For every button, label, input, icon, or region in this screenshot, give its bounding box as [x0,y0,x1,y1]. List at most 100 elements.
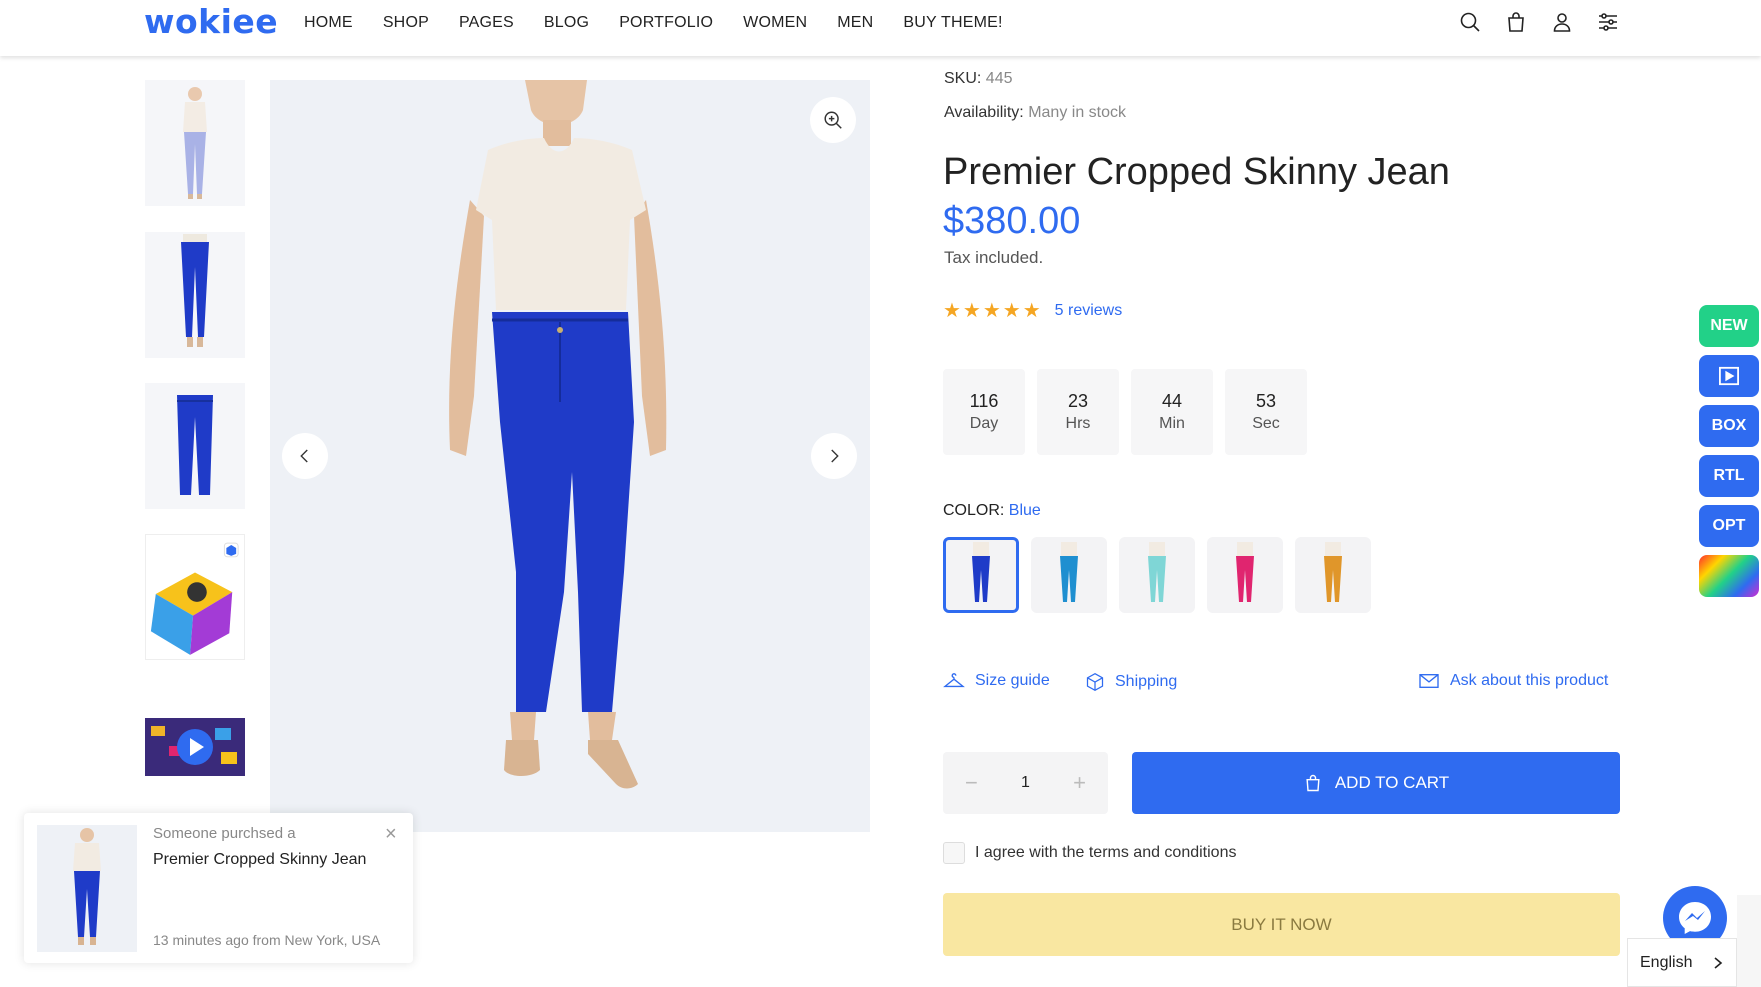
countdown-minutes: 44 Min [1131,369,1213,455]
terms-checkbox[interactable] [943,842,965,864]
settings-sliders-icon[interactable] [1596,10,1620,34]
rating: ★★★★★ 5 reviews [943,298,1122,323]
zoom-button[interactable] [810,97,856,143]
nav-item-pages[interactable]: PAGES [459,14,514,32]
recaptcha-badge [1737,895,1761,987]
swatch-pink[interactable] [1207,537,1283,613]
countdown-value: 53 [1255,391,1277,411]
size-guide-link[interactable]: Size guide [943,672,1050,690]
thumbnail-flat-blue[interactable] [145,383,245,509]
messenger-icon [1679,902,1711,934]
envelope-icon [1419,674,1439,688]
color-swatches [943,537,1371,613]
countdown-value: 116 [969,391,999,411]
chevron-right-icon [1714,956,1723,969]
countdown-hours: 23 Hrs [1037,369,1119,455]
zoom-in-icon [824,111,842,129]
main-product-image[interactable] [270,80,870,832]
quantity-increase-button[interactable]: + [1073,770,1086,796]
buy-it-now-button[interactable]: BUY IT NOW [943,893,1620,956]
notification-text: Someone purchsed a [153,825,296,842]
language-selector[interactable]: English [1627,938,1737,987]
thumbnail-back-blue[interactable] [145,232,245,358]
nav-item-home[interactable]: HOME [304,14,353,32]
countdown-unit: Min [1159,415,1185,432]
size-guide-label: Size guide [975,672,1050,689]
rating-stars: ★★★★★ [943,300,1043,322]
notification-product-image[interactable] [37,825,137,952]
box-icon [1086,672,1104,692]
swatch-mint[interactable] [1119,537,1195,613]
countdown-value: 23 [1067,391,1089,411]
quantity-stepper: − 1 + [943,752,1108,814]
chevron-right-icon [831,449,839,463]
next-image-button[interactable] [811,433,857,479]
swatch-orange[interactable] [1295,537,1371,613]
color-picker-button[interactable] [1699,555,1759,597]
options-button[interactable]: OPT [1699,505,1759,547]
color-label: COLOR: Blue [943,502,1041,520]
swatch-teal-blue[interactable] [1031,537,1107,613]
play-square-icon [1719,366,1739,386]
shopping-bag-icon [1306,774,1320,792]
site-header: wokiee HOME SHOP PAGES BLOG PORTFOLIO WO… [0,0,1761,56]
thumbnail-front-lavender[interactable] [145,80,245,206]
rtl-button[interactable]: RTL [1699,455,1759,497]
product-title: Premier Cropped Skinny Jean [943,151,1450,193]
countdown-timer: 116 Day 23 Hrs 44 Min 53 Sec [943,369,1307,455]
header-icons [1458,10,1620,34]
countdown-unit: Hrs [1065,415,1091,432]
new-badge-button[interactable]: NEW [1699,305,1759,347]
add-to-cart-button[interactable]: ADD TO CART [1132,752,1620,814]
notification-time: 13 minutes ago from New York, USA [153,932,381,948]
swatch-blue[interactable] [943,537,1019,613]
notification-product-title[interactable]: Premier Cropped Skinny Jean [153,851,366,869]
availability-line: Availability: Many in stock [944,104,1126,122]
nav-item-portfolio[interactable]: PORTFOLIO [619,14,713,32]
terms-label: I agree with the terms and conditions [975,844,1237,861]
availability-value: Many in stock [1028,104,1127,121]
ask-about-product-link[interactable]: Ask about this product [1418,672,1608,690]
tax-note: Tax included. [944,248,1044,267]
search-icon[interactable] [1458,10,1482,34]
logo[interactable]: wokiee [144,2,278,41]
shopping-bag-icon[interactable] [1504,10,1528,34]
chevron-left-icon [300,449,308,463]
countdown-value: 44 [1161,391,1183,411]
nav-item-buy-theme[interactable]: BUY THEME! [903,14,1002,32]
product-price: $380.00 [943,200,1081,242]
thumbnail-3d-box[interactable] [145,534,245,660]
shipping-label: Shipping [1115,673,1178,690]
sku-label: SKU: [944,70,982,87]
availability-label: Availability: [944,104,1024,121]
user-icon[interactable] [1550,10,1574,34]
add-to-cart-label: ADD TO CART [1334,773,1450,792]
nav-item-shop[interactable]: SHOP [383,14,429,32]
nav-item-blog[interactable]: BLOG [544,14,589,32]
shipping-link[interactable]: Shipping [1085,672,1177,692]
countdown-days: 116 Day [943,369,1025,455]
main-nav: HOME SHOP PAGES BLOG PORTFOLIO WOMEN MEN… [304,14,1003,32]
ask-about-product-label: Ask about this product [1450,672,1609,689]
purchase-notification: Someone purchsed a Premier Cropped Skinn… [24,813,413,963]
language-label: English [1640,953,1693,971]
product-links: Size guide Shipping Ask about this produ… [943,672,1620,698]
thumbnail-video[interactable] [145,686,245,806]
color-label-text: COLOR: [943,502,1005,519]
reviews-link[interactable]: 5 reviews [1055,302,1123,320]
hanger-icon [943,673,965,688]
countdown-seconds: 53 Sec [1225,369,1307,455]
countdown-unit: Day [969,415,999,432]
nav-item-women[interactable]: WOMEN [743,14,807,32]
prev-image-button[interactable] [282,433,328,479]
color-selected-value: Blue [1008,502,1041,519]
close-icon[interactable]: × [385,823,397,846]
sku-line: SKU: 445 [944,70,1013,88]
video-button[interactable] [1699,355,1759,397]
box-layout-button[interactable]: BOX [1699,405,1759,447]
sku-value: 445 [985,70,1013,87]
nav-item-men[interactable]: MEN [837,14,873,32]
quantity-input[interactable]: 1 [1021,774,1030,792]
quantity-decrease-button[interactable]: − [965,770,978,796]
countdown-unit: Sec [1252,415,1280,432]
